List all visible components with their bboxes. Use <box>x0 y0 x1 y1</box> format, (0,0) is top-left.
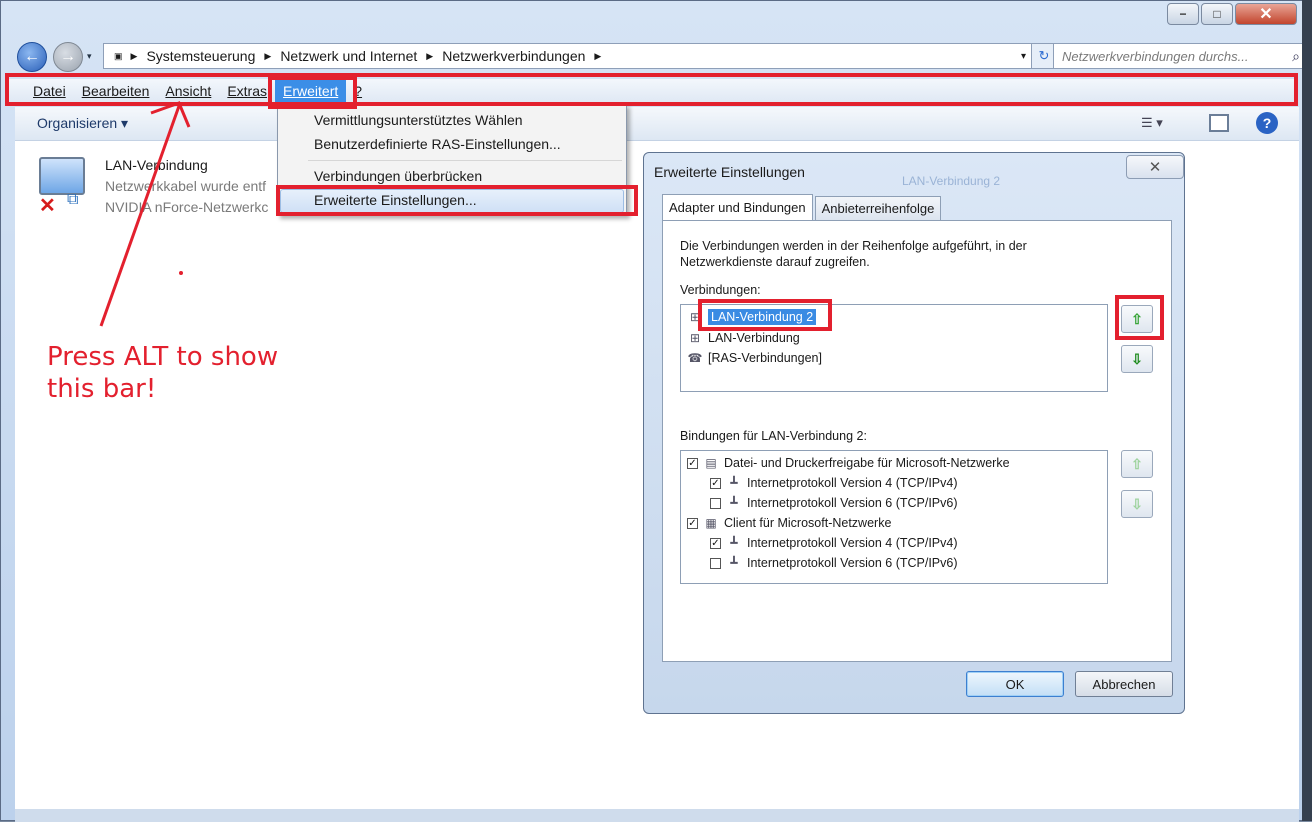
desktop-edge <box>1302 0 1312 821</box>
binding-checkbox[interactable]: ✓ <box>710 537 721 549</box>
protocol-icon: ┻ <box>730 536 738 550</box>
binding-label: Internetprotokoll Version 4 (TCP/IPv4) <box>747 536 958 550</box>
connection-move-down-button[interactable]: ⇩ <box>1121 345 1153 373</box>
binding-label: Internetprotokoll Version 6 (TCP/IPv6) <box>747 496 958 510</box>
binding-move-up-button[interactable]: ⇧ <box>1121 450 1153 478</box>
connections-label: Verbindungen: <box>680 283 761 297</box>
list-item[interactable]: ┻ Internetprotokoll Version 6 (TCP/IPv6) <box>710 496 958 510</box>
list-item[interactable]: ✓ ┻ Internetprotokoll Version 4 (TCP/IPv4) <box>710 476 958 490</box>
explorer-window: − □ ✕ ← → ▾ ▣ ▶ Systemsteuerung ▶ Netzwe… <box>0 0 1312 822</box>
protocol-icon: ┻ <box>730 476 738 490</box>
binding-checkbox[interactable] <box>710 557 721 569</box>
protocol-icon: ┻ <box>730 496 738 510</box>
binding-checkbox[interactable]: ✓ <box>687 517 698 529</box>
description-line-2: Netzwerkdienste darauf zugreifen. <box>680 255 870 269</box>
list-item[interactable]: ☎ [RAS-Verbindungen] <box>687 351 822 365</box>
binding-checkbox[interactable]: ✓ <box>710 477 721 489</box>
connection-move-up-button[interactable]: ⇧ <box>1121 305 1153 333</box>
network-adapter-icon: ⊞ <box>689 310 701 324</box>
binding-move-down-button[interactable]: ⇩ <box>1121 490 1153 518</box>
description-line-1: Die Verbindungen werden in der Reihenfol… <box>680 239 1027 253</box>
binding-label: Internetprotokoll Version 6 (TCP/IPv6) <box>747 556 958 570</box>
list-item[interactable]: ✓ ▤ Datei- und Druckerfreigabe für Microso… <box>687 456 1010 470</box>
bindings-list[interactable]: ✓ ▤ Datei- und Druckerfreigabe für Microso… <box>680 450 1108 584</box>
binding-label: Datei- und Druckerfreigabe für Microsoft… <box>724 456 1010 470</box>
annotation-line-2: this bar! <box>47 374 157 404</box>
connections-list[interactable]: ⊞ LAN-Verbindung 2 ⊞ LAN-Verbindung ☎ [RAS-… <box>680 304 1108 392</box>
annotation-line-1: Press ALT to show <box>47 342 279 372</box>
bindings-label: Bindungen für LAN-Verbindung 2: <box>680 429 867 443</box>
binding-checkbox[interactable]: ✓ <box>687 457 698 469</box>
annotation-dot <box>179 271 183 275</box>
annotation-text: Press ALT to show this bar! <box>47 341 278 405</box>
tab-adapter-bindings[interactable]: Adapter und Bindungen <box>662 194 813 221</box>
binding-checkbox[interactable] <box>710 497 721 509</box>
ok-button[interactable]: OK <box>966 671 1064 697</box>
list-item[interactable]: ✓ ▦ Client für Microsoft-Netzwerke <box>687 516 891 530</box>
connection-label: [RAS-Verbindungen] <box>708 351 822 365</box>
advanced-settings-dialog: Erweiterte Einstellungen LAN-Verbindung … <box>643 152 1185 714</box>
cancel-button[interactable]: Abbrechen <box>1075 671 1173 697</box>
connection-label: LAN-Verbindung 2 <box>708 309 817 325</box>
list-item[interactable]: ⊞ LAN-Verbindung 2 <box>687 309 817 325</box>
file-sharing-icon: ▤ <box>705 456 717 470</box>
dialog-close-icon[interactable]: ✕ <box>1126 155 1184 179</box>
dialog-description: Die Verbindungen werden in der Reihenfol… <box>680 238 1140 270</box>
list-item[interactable]: ✓ ┻ Internetprotokoll Version 4 (TCP/IPv4) <box>710 536 958 550</box>
status-bar <box>15 809 1299 822</box>
list-item[interactable]: ┻ Internetprotokoll Version 6 (TCP/IPv6) <box>710 556 958 570</box>
modem-icon: ☎ <box>687 351 703 365</box>
binding-label: Internetprotokoll Version 4 (TCP/IPv4) <box>747 476 958 490</box>
dialog-tabs: Adapter und Bindungen Anbieterreihenfolg… <box>662 194 943 221</box>
client-icon: ▦ <box>705 516 717 530</box>
background-ghost-text: LAN-Verbindung 2 <box>902 174 1001 188</box>
connection-label: LAN-Verbindung <box>708 331 800 345</box>
protocol-icon: ┻ <box>730 556 738 570</box>
dialog-title: Erweiterte Einstellungen <box>654 164 805 180</box>
binding-label: Client für Microsoft-Netzwerke <box>724 516 892 530</box>
list-item[interactable]: ⊞ LAN-Verbindung <box>687 331 800 345</box>
tab-panel: Die Verbindungen werden in der Reihenfol… <box>662 220 1172 662</box>
tab-provider-order[interactable]: Anbieterreihenfolge <box>814 196 942 221</box>
network-adapter-icon: ⊞ <box>689 331 701 345</box>
